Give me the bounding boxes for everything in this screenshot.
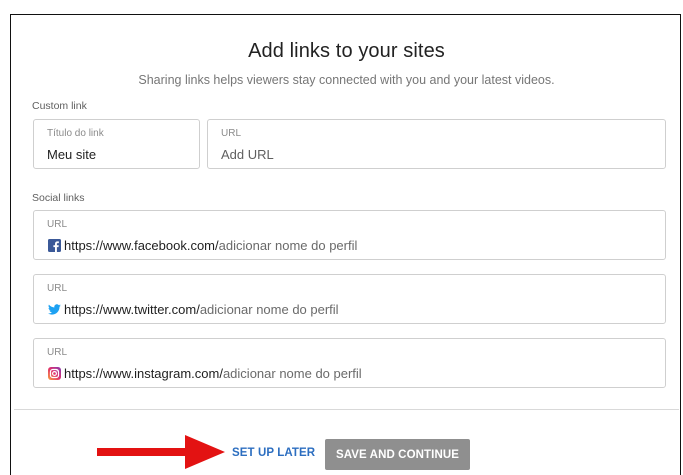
- link-title-value: Meu site: [47, 147, 97, 162]
- link-title-label: Título do link: [47, 128, 104, 139]
- twitter-url-label: URL: [47, 283, 68, 294]
- links-panel: Add links to your sites Sharing links he…: [14, 18, 679, 410]
- facebook-url-label: URL: [47, 219, 68, 230]
- page-subtitle: Sharing links helps viewers stay connect…: [138, 73, 555, 87]
- facebook-icon: [48, 239, 61, 252]
- custom-url-field[interactable]: URL Add URL: [207, 119, 666, 169]
- page-title: Add links to your sites: [248, 40, 445, 62]
- facebook-url-suffix: adicionar nome do perfil: [218, 238, 358, 253]
- custom-url-placeholder: Add URL: [221, 147, 274, 162]
- link-title-field[interactable]: Título do link Meu site: [33, 119, 200, 169]
- twitter-url-value: https://www.twitter.com/adicionar nome d…: [48, 302, 339, 317]
- facebook-url-field[interactable]: URL https://www.facebook.com/adicionar n…: [33, 210, 666, 260]
- facebook-url-value: https://www.facebook.com/adicionar nome …: [48, 238, 357, 253]
- social-links-section-label: Social links: [32, 192, 85, 204]
- save-and-continue-button[interactable]: SAVE AND CONTINUE: [325, 439, 470, 470]
- instagram-url-prefix: https://www.instagram.com/: [64, 366, 223, 381]
- instagram-icon: [48, 367, 61, 380]
- set-up-later-button[interactable]: SET UP LATER: [232, 447, 315, 459]
- instagram-url-field[interactable]: URL https://www.instagram.com/adicionar …: [33, 338, 666, 388]
- twitter-icon: [48, 303, 61, 316]
- red-arrow-annotation-icon: [97, 435, 225, 469]
- twitter-url-prefix: https://www.twitter.com/: [64, 302, 200, 317]
- custom-link-section-label: Custom link: [32, 100, 87, 112]
- twitter-url-field[interactable]: URL https://www.twitter.com/adicionar no…: [33, 274, 666, 324]
- instagram-url-suffix: adicionar nome do perfil: [222, 366, 362, 381]
- facebook-url-prefix: https://www.facebook.com/: [64, 238, 219, 253]
- twitter-url-suffix: adicionar nome do perfil: [199, 302, 339, 317]
- instagram-url-value: https://www.instagram.com/adicionar nome…: [48, 366, 362, 381]
- custom-url-label: URL: [221, 128, 242, 139]
- instagram-url-label: URL: [47, 347, 68, 358]
